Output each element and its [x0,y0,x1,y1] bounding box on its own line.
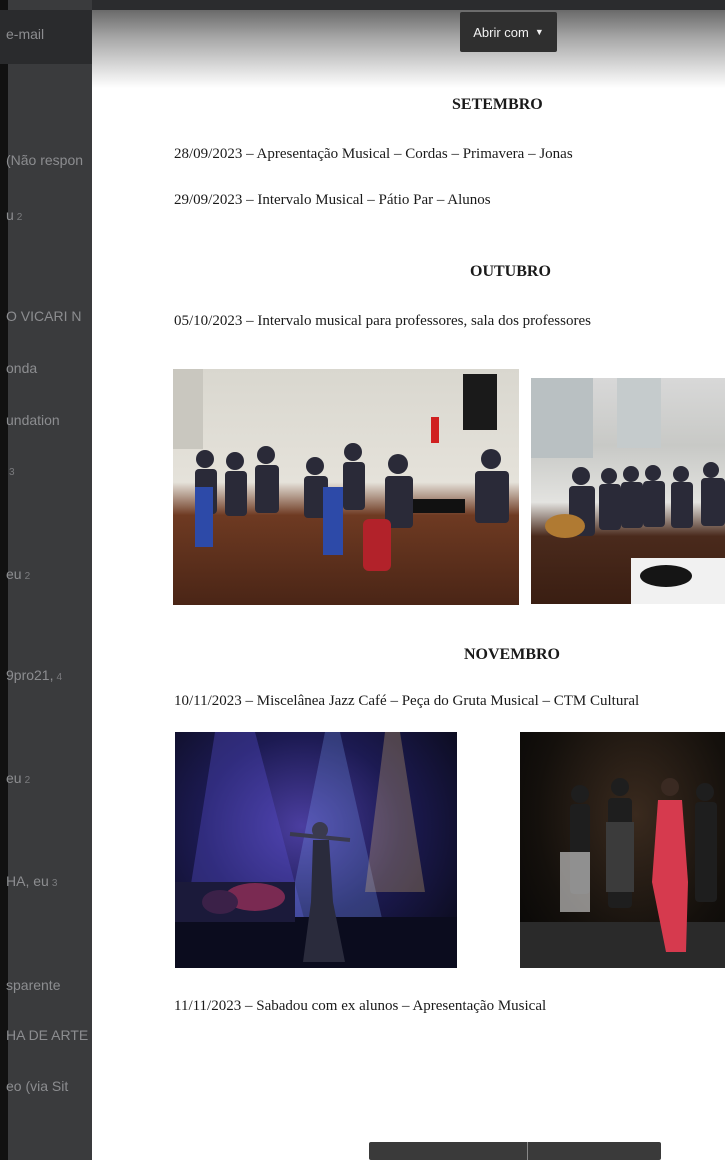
event-line: 05/10/2023 – Intervalo musical para prof… [174,313,591,329]
photo-jazz-cafe-stage-blue [175,732,457,968]
inbox-item: 9pro21, 4 [6,667,63,683]
open-with-button[interactable]: Abrir com ▼ [460,12,557,52]
inbox-item: eu 2 [6,566,31,582]
inbox-item: (Não respon [6,152,84,168]
event-line: 29/09/2023 – Intervalo Musical – Pátio P… [174,192,491,208]
inbox-search-bar: e-mail [0,10,92,64]
photo-illustration [531,378,725,604]
inbox-item: HA DE ARTE [6,1027,89,1043]
event-line: 10/11/2023 – Miscelânea Jazz Café – Peça… [174,693,640,709]
page-navigation-bar[interactable] [369,1142,661,1160]
event-line: 28/09/2023 – Apresentação Musical – Cord… [174,146,573,162]
photo-illustration [520,778,725,968]
month-heading-outubro: OUTUBRO [470,263,551,280]
photo-jazz-cafe-stage-dancers [520,732,725,968]
page-navigation-separator [527,1142,528,1160]
viewer-toolbar: Abrir com ▼ [92,10,725,88]
inbox-item: u2 [6,207,23,223]
inbox-item: undation [6,412,60,428]
photo-illustration [175,732,457,968]
inbox-item: onda [6,360,38,376]
event-line: 11/11/2023 – Sabadou com ex alunos – Apr… [174,998,547,1014]
document-page: SETEMBRO 28/09/2023 – Apresentação Music… [92,10,725,1160]
inbox-item: 3 [9,467,15,478]
month-heading-setembro: SETEMBRO [452,96,543,113]
inbox-item: HA, eu 3 [6,873,58,889]
open-with-label: Abrir com [473,24,529,40]
inbox-item: eo (via Sit [6,1078,69,1094]
month-heading-novembro: NOVEMBRO [464,646,560,663]
document-viewer: SETEMBRO 28/09/2023 – Apresentação Music… [92,10,725,1160]
background-inbox-list: e-mail (Não respon u2 O VICARI N onda un… [0,0,92,1160]
photo-students-band-classroom [173,369,519,605]
inbox-item: O VICARI N [6,308,82,324]
inbox-item: eu 2 [6,770,31,786]
photo-illustration [173,369,509,571]
inbox-search-placeholder: e-mail [6,26,45,42]
caret-down-icon: ▼ [534,27,544,37]
photo-students-band-hall [531,378,725,604]
inbox-item: sparente [6,977,61,993]
